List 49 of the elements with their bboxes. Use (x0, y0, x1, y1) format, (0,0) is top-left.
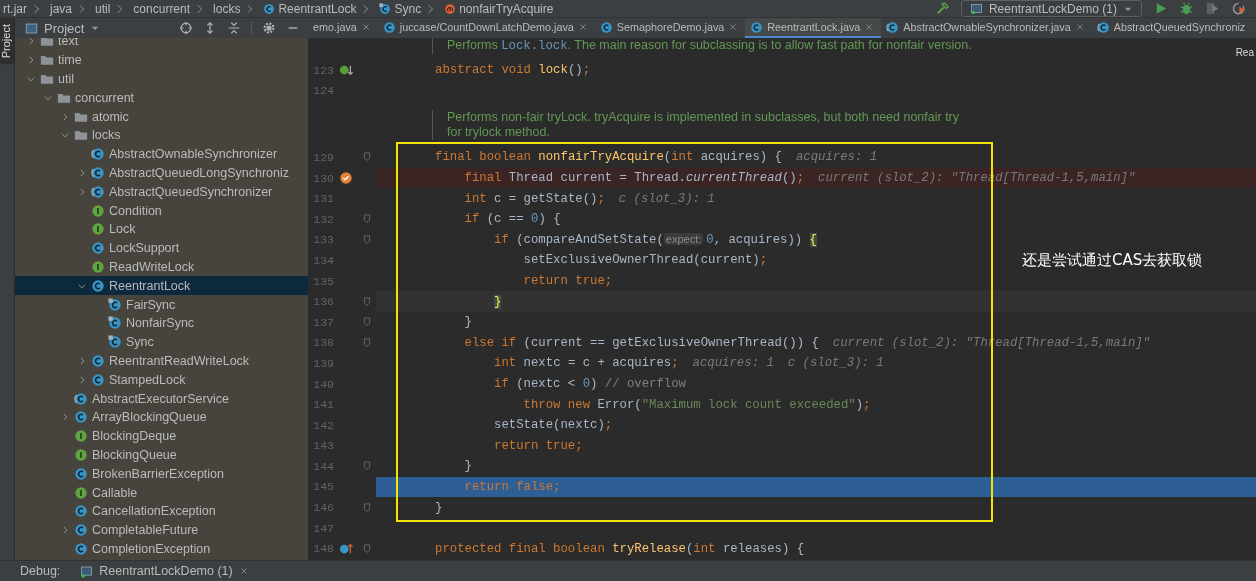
code-line: if (compareAndSetState( expect: 0, acquires)) { (493, 232, 817, 247)
code-line: if (c == 0) { (463, 212, 561, 227)
line-number: 129 (312, 151, 334, 164)
line-number: 124 (312, 84, 334, 98)
line-number: 130 (312, 171, 334, 185)
code-line: int nextc = c + acquires; (493, 356, 679, 371)
line-number: 147 (312, 521, 334, 535)
line-number: 141 (312, 398, 334, 412)
inlay-hint: c (slot_3): 1 (618, 191, 715, 206)
code-line: return false; (463, 480, 561, 494)
code-line: return true; (522, 274, 613, 289)
inlay-hint: acquires: 1 (692, 356, 774, 371)
line-number: 136 (312, 295, 334, 309)
line-number: 131 (312, 192, 334, 206)
inlay-hint: c (slot_3): 1 (787, 356, 884, 371)
inlay-hint: acquires: 1 (795, 150, 878, 165)
doc-comment: Performs Lock.lock. The main reason for subclassing is to allow fast path for nonfair version. (432, 38, 972, 54)
code-line: } (434, 500, 443, 515)
code-line: protected final boolean tryRelease(int releases) { (434, 541, 805, 556)
line-number: 139 (312, 356, 334, 370)
debug-label: Debug: (20, 564, 61, 578)
code-line: setState(nextc); (493, 418, 613, 433)
code-line: } (463, 315, 472, 330)
code-line: setExclusiveOwnerThread(current); (522, 253, 768, 268)
code-line: final Thread current = Thread.currentThread(); (463, 171, 805, 186)
code-line: final boolean nonfairTryAcquire(int acquires) { (434, 150, 782, 165)
line-number: 133 (312, 233, 334, 247)
line-number: 146 (312, 501, 334, 515)
line-number: 143 (312, 439, 334, 453)
code-line: abstract void lock(); (434, 63, 591, 78)
line-number: 138 (312, 336, 334, 350)
doc-comment: Performs non-fair tryLock. tryAcquire is implemented in subclasses, but both need nonfair try for trylock method. (432, 110, 960, 141)
line-number: 137 (312, 315, 334, 329)
line-number: 134 (312, 253, 334, 267)
code-line: if (nextc < 0) // overflow (493, 377, 686, 391)
code-line: int c = getState(); (463, 191, 605, 206)
line-number: 140 (312, 377, 334, 391)
code-line: throw new Error("Maximum lock count exceeded"); (522, 397, 871, 412)
line-number: 144 (312, 459, 334, 473)
code-line: else if (current == getExclusiveOwnerThread()) { (463, 335, 819, 350)
line-number: 142 (312, 418, 334, 432)
line-number: 123 (312, 63, 334, 77)
line-number: 148 (312, 542, 334, 556)
line-number: 145 (312, 480, 334, 494)
line-number: 132 (312, 212, 334, 226)
code-line: return true; (493, 438, 583, 453)
code-line: } (463, 459, 472, 474)
annotation-note: 还是尝试通过CAS去获取锁 (1022, 251, 1203, 270)
line-number: 135 (312, 274, 334, 288)
